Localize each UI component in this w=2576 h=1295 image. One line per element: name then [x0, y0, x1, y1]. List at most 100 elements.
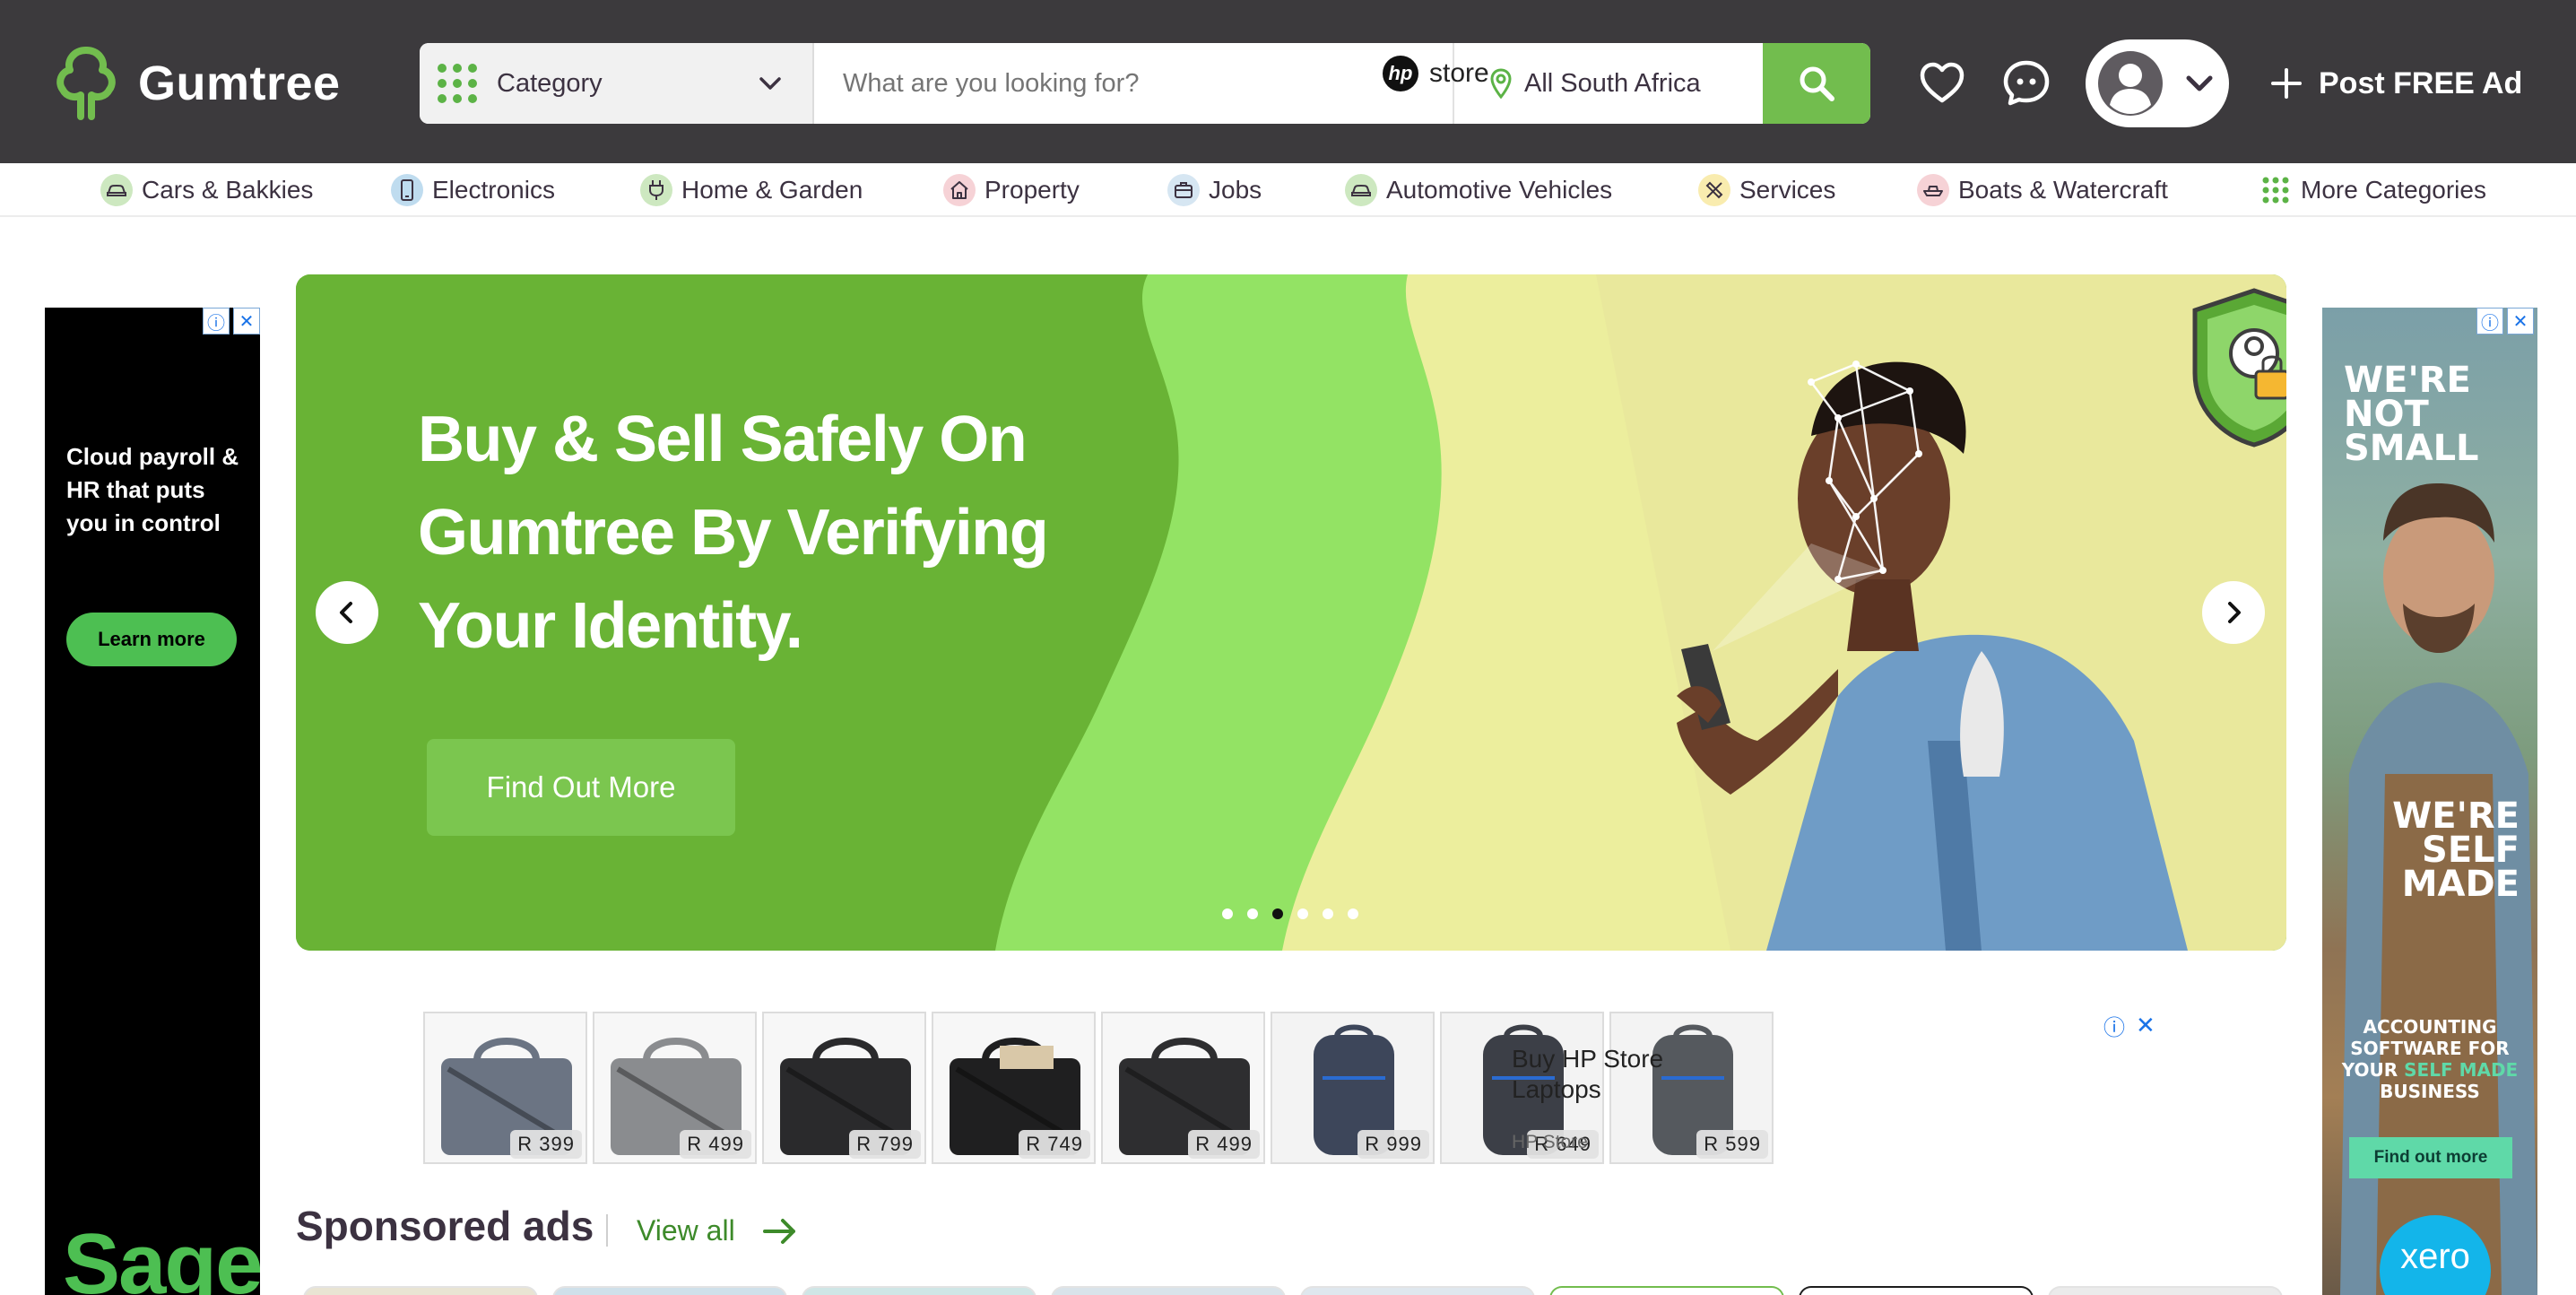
tree-icon: [56, 47, 116, 120]
ad-controls: ⓘ ✕: [2476, 308, 2534, 335]
phone-icon: [391, 174, 423, 206]
nav-label: Jobs: [1209, 176, 1262, 204]
sponsored-ads-title: Sponsored ads: [296, 1203, 594, 1249]
nav-services[interactable]: Services: [1698, 172, 1835, 208]
carousel-dot[interactable]: [1272, 908, 1283, 919]
location-pin-icon: [1490, 68, 1512, 99]
sponsored-ad-card[interactable]: [802, 1286, 1036, 1295]
ad-learn-more-button[interactable]: Learn more: [66, 613, 237, 666]
hero-find-out-more-button[interactable]: Find Out More: [427, 739, 735, 836]
nav-electronics[interactable]: Electronics: [391, 172, 555, 208]
nav-automotive-vehicles[interactable]: Automotive Vehicles: [1345, 172, 1612, 208]
grid-icon: [438, 64, 477, 103]
divider: [606, 1214, 608, 1247]
location-label: All South Africa: [1524, 68, 1701, 98]
carousel-dot[interactable]: [1297, 908, 1308, 919]
post-free-ad-button[interactable]: Post FREE Ad: [2270, 59, 2522, 108]
product-price: R 399: [510, 1130, 582, 1159]
ad-info-icon[interactable]: ⓘ: [2103, 1010, 2125, 1041]
sponsored-ad-card[interactable]: [1051, 1286, 1286, 1295]
right-banner-ad[interactable]: WE'RE NOT SMALL WE'RE SELF MADE ACCOUNTI…: [2322, 308, 2537, 1295]
carousel-dot[interactable]: [1222, 908, 1233, 919]
product-price: R 499: [1188, 1130, 1260, 1159]
sponsored-ad-card[interactable]: [2048, 1286, 2283, 1295]
tools-icon: [1698, 174, 1730, 206]
ad-close-icon[interactable]: ✕: [2136, 1012, 2155, 1039]
view-all-label: View all: [637, 1214, 735, 1247]
chevron-down-icon: [2186, 75, 2213, 91]
product-price: R 799: [849, 1130, 921, 1159]
chevron-down-icon: [759, 77, 781, 90]
grid-icon: [2259, 174, 2292, 206]
sponsored-ad-card[interactable]: [303, 1286, 538, 1295]
nav-cars-bakkies[interactable]: Cars & Bakkies: [100, 172, 313, 208]
nav-property[interactable]: Property: [943, 172, 1080, 208]
nav-label: Boats & Watercraft: [1958, 176, 2168, 204]
hp-logo: hp: [1383, 56, 1418, 91]
account-menu[interactable]: [2086, 39, 2229, 127]
hp-product-tile[interactable]: R 799: [762, 1012, 926, 1164]
hp-ad-title[interactable]: Buy HP Store Laptops: [1512, 1044, 1691, 1105]
sponsored-ad-card[interactable]: [1799, 1286, 2034, 1295]
chevron-right-icon: [2228, 602, 2241, 623]
briefcase-icon: [1167, 174, 1200, 206]
plug-icon: [640, 174, 672, 206]
avatar-icon: [2098, 51, 2163, 116]
search-button[interactable]: [1763, 43, 1870, 124]
hp-product-tile[interactable]: R 499: [593, 1012, 757, 1164]
ad-info-icon[interactable]: ⓘ: [2476, 308, 2503, 335]
hp-ad-advertiser: HP Store: [1512, 1132, 1588, 1152]
view-all-link[interactable]: View all: [637, 1214, 798, 1247]
nav-label: Services: [1739, 176, 1836, 204]
nav-more-categories[interactable]: More Categories: [2259, 172, 2486, 208]
heart-icon[interactable]: [1917, 57, 1967, 108]
ad-headline-1: WE'RE NOT SMALL: [2344, 360, 2479, 469]
hp-store-logo: hp store: [1383, 56, 1489, 91]
ad-info-icon[interactable]: ⓘ: [203, 308, 230, 335]
product-price: R 749: [1019, 1130, 1090, 1159]
chevron-left-icon: [340, 602, 352, 623]
logo-text: Gumtree: [138, 56, 341, 110]
boat-icon: [1917, 174, 1949, 206]
nav-label: Automotive Vehicles: [1386, 176, 1613, 204]
product-price: R 499: [680, 1130, 751, 1159]
ad-close-icon[interactable]: ✕: [233, 308, 260, 335]
hp-product-tile[interactable]: R 399: [423, 1012, 587, 1164]
location-selector[interactable]: All South Africa: [1453, 43, 1763, 124]
hp-product-tile[interactable]: R 499: [1101, 1012, 1265, 1164]
arrow-right-icon: [762, 1218, 795, 1244]
hp-store-label: store: [1429, 58, 1489, 88]
sponsored-ad-card[interactable]: [1549, 1286, 1784, 1295]
ad-headline: Cloud payroll & HR that puts you in cont…: [66, 443, 239, 536]
ad-find-out-more-button[interactable]: Find out more: [2349, 1137, 2512, 1178]
nav-boats-watercraft[interactable]: Boats & Watercraft: [1917, 172, 2168, 208]
category-dropdown[interactable]: Category: [420, 43, 814, 124]
carousel-dot[interactable]: [1247, 908, 1258, 919]
gumtree-logo[interactable]: Gumtree: [54, 43, 341, 124]
sage-logo: Sage: [63, 1216, 260, 1295]
left-banner-ad[interactable]: ⓘ ✕ Cloud payroll & HR that puts you in …: [45, 308, 260, 1295]
ad-controls: ⓘ ✕: [2103, 1010, 2155, 1041]
product-price: R 999: [1357, 1130, 1429, 1159]
post-ad-label: Post FREE Ad: [2319, 65, 2523, 100]
nav-label: More Categories: [2301, 176, 2486, 204]
carousel-dot[interactable]: [1323, 908, 1333, 919]
carousel-prev-button[interactable]: [316, 581, 378, 644]
ad-controls: ⓘ ✕: [203, 308, 260, 335]
carousel-next-button[interactable]: [2202, 581, 2265, 644]
search-bar: Category All South Africa: [420, 43, 1870, 124]
sponsored-ad-card[interactable]: [1300, 1286, 1535, 1295]
nav-home-garden[interactable]: Home & Garden: [640, 172, 863, 208]
carousel-dot[interactable]: [1348, 908, 1358, 919]
plus-icon: [2271, 68, 2302, 99]
hp-product-tile[interactable]: R 999: [1271, 1012, 1435, 1164]
search-icon: [1800, 66, 1834, 101]
nav-jobs[interactable]: Jobs: [1167, 172, 1262, 208]
category-nav: Cars & Bakkies Electronics Home & Garden…: [0, 163, 2576, 217]
search-input[interactable]: [814, 43, 1453, 124]
hp-product-tile[interactable]: R 749: [932, 1012, 1096, 1164]
chat-icon[interactable]: [2001, 57, 2051, 108]
sponsored-ad-card[interactable]: [552, 1286, 787, 1295]
ad-close-icon[interactable]: ✕: [2507, 308, 2534, 335]
hero-carousel: Buy & Sell Safely On Gumtree By Verifyin…: [296, 274, 2286, 951]
